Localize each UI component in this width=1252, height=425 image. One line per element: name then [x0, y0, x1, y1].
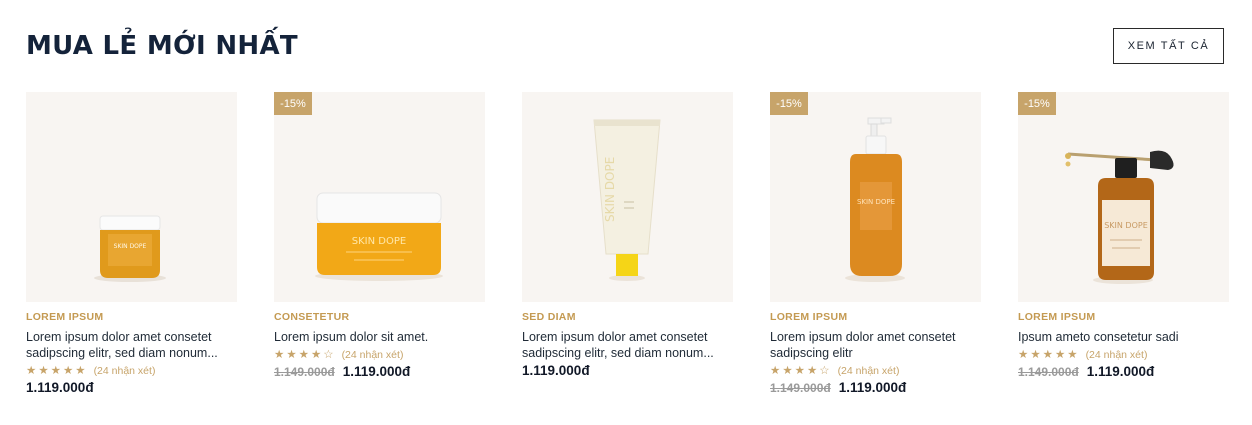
price-row: 1.119.000đ: [522, 363, 733, 378]
product-name[interactable]: Lorem ipsum dolor sit amet.: [274, 329, 485, 345]
product-category[interactable]: LOREM IPSUM: [770, 311, 981, 324]
star-full-icon: ★: [62, 364, 74, 377]
star-full-icon: ★: [75, 364, 86, 377]
original-price: 1.149.000đ: [770, 381, 831, 395]
product-name[interactable]: Lorem ipsum dolor amet consetet sadipsci…: [770, 329, 981, 361]
product-image-dropper-bottle[interactable]: SKIN DOPE -15%: [1018, 92, 1229, 302]
star-full-icon: ★: [286, 348, 297, 361]
product-name[interactable]: Ipsum ameto consetetur sadi: [1018, 329, 1229, 345]
product-image-small-amber-jar[interactable]: SKIN DOPE: [26, 92, 237, 302]
discount-badge: -15%: [1018, 92, 1056, 115]
star-full-icon: ★: [1067, 348, 1078, 361]
product-card[interactable]: SKIN DOPE -15% CONSETETUR Lorem ipsum do…: [274, 92, 485, 395]
product-image-large-amber-jar[interactable]: SKIN DOPE -15%: [274, 92, 485, 302]
product-category[interactable]: LOREM IPSUM: [1018, 311, 1229, 324]
discount-badge: -15%: [770, 92, 808, 115]
star-full-icon: ★: [1030, 348, 1041, 361]
jar-label-text: SKIN DOPE: [114, 243, 147, 250]
original-price: 1.149.000đ: [1018, 365, 1079, 379]
product-rating: ★ ★ ★ ★ ★ (24 nhận xét): [26, 363, 237, 378]
bottle-label-text: SKIN DOPE: [857, 198, 895, 206]
product-rating: ★ ★ ★ ★ ★ (24 nhận xét): [1018, 347, 1229, 362]
current-price: 1.119.000đ: [522, 363, 590, 378]
review-count[interactable]: (24 nhận xét): [1086, 349, 1148, 361]
price-row: 1.149.000đ 1.119.000đ: [274, 364, 485, 379]
product-category[interactable]: CONSETETUR: [274, 311, 485, 324]
star-full-icon: ★: [806, 364, 818, 377]
product-image-cream-tube[interactable]: SKIN DOPE: [522, 92, 733, 302]
star-full-icon: ★: [794, 364, 805, 377]
review-count[interactable]: (24 nhận xét): [342, 349, 404, 361]
star-empty-icon: ☆: [819, 364, 830, 377]
star-full-icon: ★: [310, 348, 322, 361]
review-count[interactable]: (24 nhận xét): [94, 365, 156, 377]
jar-label-text: SKIN DOPE: [352, 236, 406, 247]
product-card[interactable]: SKIN DOPE -15% LOREM IPSUM Lorem ipsum d…: [770, 92, 981, 395]
discount-badge: -15%: [274, 92, 312, 115]
price-row: 1.119.000đ: [26, 380, 237, 395]
current-price: 1.119.000đ: [838, 380, 907, 395]
current-price: 1.119.000đ: [26, 380, 94, 395]
section-title: MUA LẺ MỚI NHẤT: [26, 31, 298, 61]
star-full-icon: ★: [298, 348, 309, 361]
review-count[interactable]: (24 nhận xét): [838, 365, 900, 377]
price-row: 1.149.000đ 1.119.000đ: [770, 380, 981, 395]
product-category[interactable]: SED DIAM: [522, 311, 733, 324]
product-image-pump-bottle[interactable]: SKIN DOPE -15%: [770, 92, 981, 302]
product-category[interactable]: LOREM IPSUM: [26, 311, 237, 324]
product-card[interactable]: SKIN DOPE LOREM IPSUM Lorem ipsum dolor …: [26, 92, 237, 395]
current-price: 1.119.000đ: [1086, 364, 1155, 379]
product-name[interactable]: Lorem ipsum dolor amet consetet sadipsci…: [26, 329, 237, 361]
original-price: 1.149.000đ: [274, 365, 335, 379]
star-full-icon: ★: [50, 364, 61, 377]
tube-label-text: SKIN DOPE: [603, 157, 617, 222]
star-full-icon: ★: [782, 364, 793, 377]
product-card[interactable]: SKIN DOPE SED DIAM Lorem ipsum dolor ame…: [522, 92, 733, 395]
current-price: 1.119.000đ: [342, 364, 411, 379]
star-empty-icon: ☆: [323, 348, 334, 361]
view-all-button[interactable]: XEM TẤT CẢ: [1113, 28, 1224, 64]
star-full-icon: ★: [770, 364, 781, 377]
star-full-icon: ★: [274, 348, 285, 361]
product-grid: SKIN DOPE LOREM IPSUM Lorem ipsum dolor …: [26, 92, 1229, 395]
star-full-icon: ★: [1018, 348, 1029, 361]
star-full-icon: ★: [1042, 348, 1053, 361]
product-name[interactable]: Lorem ipsum dolor amet consetet sadipsci…: [522, 329, 733, 361]
product-rating: ★ ★ ★ ★ ☆ (24 nhận xét): [274, 347, 485, 362]
star-full-icon: ★: [1054, 348, 1066, 361]
bottle-label-text: SKIN DOPE: [1104, 221, 1148, 230]
price-row: 1.149.000đ 1.119.000đ: [1018, 364, 1229, 379]
product-rating: ★ ★ ★ ★ ☆ (24 nhận xét): [770, 363, 981, 378]
star-full-icon: ★: [26, 364, 37, 377]
product-card[interactable]: SKIN DOPE -15% LOREM IPSUM Ipsum ameto c…: [1018, 92, 1229, 395]
star-full-icon: ★: [38, 364, 49, 377]
